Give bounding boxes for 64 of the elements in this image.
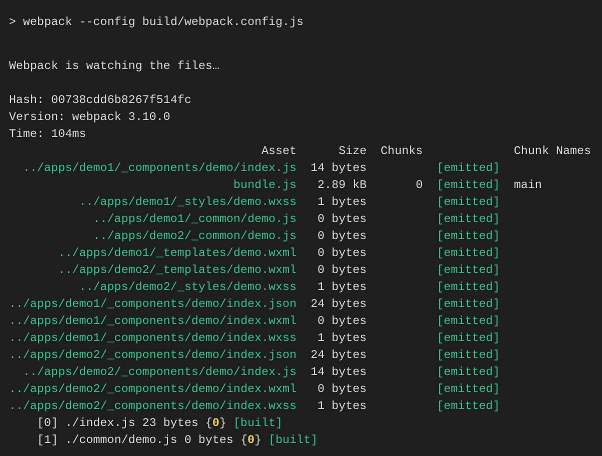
table-cell: 0 bytes bbox=[318, 314, 367, 328]
table-cell: 2.89 kB bbox=[318, 178, 367, 192]
table-cell: 24 bytes bbox=[310, 348, 367, 362]
table-cell: 1 bytes bbox=[318, 399, 367, 413]
asset-path: ../apps/demo1/_components/demo/index.js bbox=[23, 161, 297, 175]
table-cell: 0 bytes bbox=[318, 212, 367, 226]
chunk-id: 0 bbox=[212, 415, 220, 432]
stats-line: Hash: 00738cdd6b8267f514fc bbox=[9, 93, 192, 107]
chunk-id: 0 bbox=[247, 432, 254, 449]
column-header: Asset bbox=[261, 144, 297, 158]
table-cell: 14 bytes bbox=[310, 365, 367, 379]
emit-status: [emitted] bbox=[436, 229, 500, 243]
build-status: [built] bbox=[233, 415, 283, 432]
table-cell: 0 bbox=[416, 178, 423, 192]
emit-status: [emitted] bbox=[436, 382, 500, 396]
asset-path: ../apps/demo2/_components/demo/index.wxss bbox=[9, 399, 297, 413]
emit-status: [emitted] bbox=[436, 314, 500, 328]
emit-status: [emitted] bbox=[436, 399, 500, 413]
asset-path: ../apps/demo1/_components/demo/index.json bbox=[9, 297, 297, 311]
table-cell: 0 bytes bbox=[318, 229, 367, 243]
table-cell: 24 bytes bbox=[310, 297, 367, 311]
module-text: } bbox=[219, 415, 226, 432]
build-status: [built] bbox=[268, 432, 318, 449]
table-cell: 0 bytes bbox=[318, 382, 367, 396]
table-cell: 1 bytes bbox=[318, 195, 367, 209]
column-header: Chunks bbox=[380, 144, 423, 158]
table-cell: main bbox=[514, 178, 542, 192]
module-text: [1] ./common/demo.js 0 bytes { bbox=[37, 432, 248, 449]
stats-line: Version: webpack 3.10.0 bbox=[9, 110, 170, 124]
module-text: } bbox=[254, 432, 262, 449]
table-cell: 0 bytes bbox=[318, 246, 367, 260]
asset-path: ../apps/demo2/_components/demo/index.js bbox=[23, 365, 297, 379]
emit-status: [emitted] bbox=[436, 365, 500, 379]
asset-path: bundle.js bbox=[233, 178, 297, 192]
status-message: Webpack is watching the files… bbox=[9, 59, 220, 73]
asset-path: ../apps/demo2/_styles/demo.wxss bbox=[79, 280, 297, 294]
command-line: > webpack --config build/webpack.config.js bbox=[9, 15, 304, 29]
emit-status: [emitted] bbox=[436, 246, 500, 260]
asset-path: ../apps/demo1/_common/demo.js bbox=[93, 212, 297, 226]
emit-status: [emitted] bbox=[436, 212, 500, 226]
stats-line: Time: 104ms bbox=[9, 127, 86, 141]
emit-status: [emitted] bbox=[436, 195, 500, 209]
asset-path: ../apps/demo1/_components/demo/index.wxss bbox=[9, 331, 297, 345]
asset-path: ../apps/demo1/_templates/demo.wxml bbox=[58, 246, 297, 260]
emit-status: [emitted] bbox=[436, 178, 500, 192]
emit-status: [emitted] bbox=[436, 263, 500, 277]
asset-path: ../apps/demo2/_common/demo.js bbox=[93, 229, 297, 243]
table-cell: 0 bytes bbox=[318, 263, 367, 277]
emit-status: [emitted] bbox=[436, 280, 500, 294]
column-header: Size bbox=[338, 144, 367, 158]
emit-status: [emitted] bbox=[436, 161, 500, 175]
table-cell: 1 bytes bbox=[318, 280, 367, 294]
table-cell: 14 bytes bbox=[310, 161, 367, 175]
emit-status: [emitted] bbox=[436, 331, 500, 345]
asset-path: ../apps/demo2/_components/demo/index.wxml bbox=[9, 382, 297, 396]
module-text: [0] ./index.js 23 bytes { bbox=[37, 415, 212, 432]
asset-path: ../apps/demo2/_templates/demo.wxml bbox=[58, 263, 297, 277]
column-header: Chunk Names bbox=[514, 144, 592, 158]
asset-path: ../apps/demo2/_components/demo/index.json bbox=[9, 348, 297, 362]
asset-path: ../apps/demo1/_components/demo/index.wxml bbox=[9, 314, 297, 328]
asset-path: ../apps/demo1/_styles/demo.wxss bbox=[79, 195, 297, 209]
emit-status: [emitted] bbox=[436, 297, 500, 311]
table-cell: 1 bytes bbox=[318, 331, 367, 345]
emit-status: [emitted] bbox=[436, 348, 500, 362]
